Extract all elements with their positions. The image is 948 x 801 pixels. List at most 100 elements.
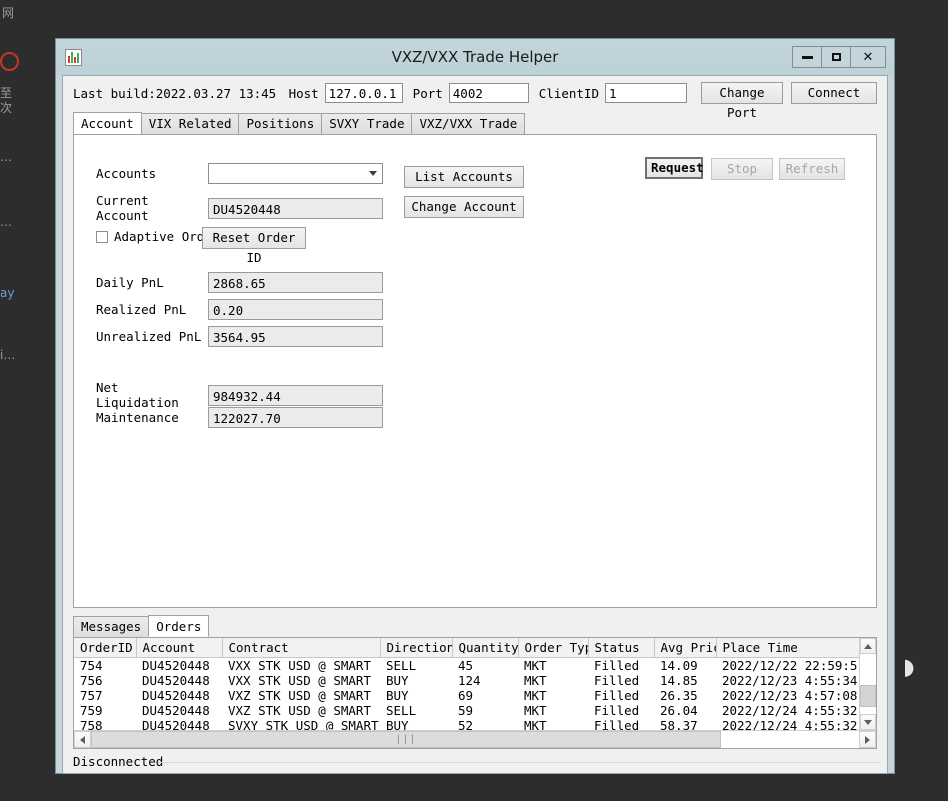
cell-orderid: 758 [80, 718, 103, 730]
col-account[interactable]: Account [136, 638, 223, 658]
maximize-button[interactable] [822, 47, 851, 67]
accounts-row: Accounts [96, 163, 383, 184]
cell-order-type: MKT [524, 673, 547, 688]
cell-order-type: MKT [524, 703, 547, 718]
realized-pnl-value: 0.20 [208, 299, 383, 320]
status-text: Disconnected [73, 754, 164, 769]
status-bar-groove [158, 762, 881, 763]
orders-horizontal-scrollbar[interactable]: ||| [74, 730, 876, 748]
table-header-row: OrderID Account Contract Direction Quant… [74, 638, 859, 658]
host-input[interactable]: 127.0.0.1 [324, 83, 403, 103]
tab-vix-related[interactable]: VIX Related [140, 113, 240, 134]
scroll-up-arrow-icon[interactable] [860, 638, 876, 654]
reset-order-id-button[interactable]: Reset Order ID [202, 227, 306, 265]
scroll-right-arrow-icon[interactable] [859, 731, 876, 748]
unrealized-pnl-value: 3564.95 [208, 326, 383, 347]
tab-orders[interactable]: Orders [148, 615, 210, 637]
client-id-input[interactable]: 1 [605, 83, 687, 103]
cell-avg-price: 26.04 [660, 703, 698, 718]
cell-account: DU4520448 [142, 718, 210, 730]
vertical-scroll-thumb[interactable] [860, 685, 876, 708]
adaptive-order-checkbox[interactable] [96, 230, 108, 243]
table-row[interactable]: 759 DU4520448 VXZ STK USD @ SMART SELL 5… [74, 703, 859, 718]
table-row[interactable]: 754 DU4520448 VXX STK USD @ SMART SELL 4… [74, 658, 859, 673]
tab-svxy-trade[interactable]: SVXY Trade [321, 113, 413, 134]
maintenance-row: Maintenance 122027.70 [96, 407, 383, 428]
col-orderid[interactable]: OrderID [74, 638, 137, 658]
scroll-down-arrow-icon[interactable] [860, 714, 876, 730]
orders-grid: OrderID Account Contract Direction Quant… [73, 637, 877, 749]
col-status[interactable]: Status [588, 638, 655, 658]
vertical-scroll-track[interactable] [860, 654, 876, 714]
col-avg-price[interactable]: Avg Price [654, 638, 717, 658]
background-fragment-6: ay [0, 286, 15, 300]
col-quantity[interactable]: Quantity [452, 638, 519, 658]
cell-account: DU4520448 [142, 673, 210, 688]
tab-positions[interactable]: Positions [238, 113, 323, 134]
table-row[interactable]: 758 DU4520448 SVXY STK USD @ SMART BUY 5… [74, 718, 859, 730]
refresh-button[interactable]: Refresh [779, 158, 845, 180]
horizontal-scroll-track[interactable]: ||| [91, 731, 859, 748]
cell-account: DU4520448 [142, 703, 210, 718]
connection-bar: Last build:2022.03.27 13:45 Host 127.0.0… [63, 76, 887, 120]
cell-quantity: 124 [458, 673, 481, 688]
background-fragment-7: i… [0, 348, 16, 362]
close-button[interactable]: ✕ [851, 47, 885, 67]
cell-quantity: 52 [458, 718, 474, 730]
scroll-left-arrow-icon[interactable] [74, 731, 91, 748]
cell-order-type: MKT [524, 718, 547, 730]
cell-place-time: 2022/12/22 22:59:51 [722, 658, 859, 673]
cell-contract: VXZ STK USD @ SMART [228, 688, 371, 703]
request-button[interactable]: Request [645, 157, 704, 179]
cell-place-time: 2022/12/24 4:55:32 [722, 703, 858, 718]
cell-direction: SELL [386, 658, 417, 673]
port-label: Port [412, 85, 443, 101]
minimize-button[interactable] [793, 47, 822, 67]
application-window: VXZ/VXX Trade Helper ✕ Last build:2022.0… [55, 38, 895, 774]
table-row[interactable]: 756 DU4520448 VXX STK USD @ SMART BUY 12… [74, 673, 859, 688]
port-input[interactable]: 4002 [448, 83, 529, 103]
cell-orderid: 759 [80, 703, 103, 718]
cell-orderid: 754 [80, 658, 103, 673]
cell-avg-price: 58.37 [660, 718, 698, 730]
background-fragment-5: … [0, 215, 12, 229]
net-liquidation-row: Net Liquidation 984932.44 [96, 380, 383, 410]
horizontal-scroll-thumb[interactable]: ||| [91, 731, 721, 748]
list-accounts-button[interactable]: List Accounts [404, 166, 524, 188]
stop-button[interactable]: Stop [711, 158, 773, 180]
cell-status: Filled [594, 658, 640, 673]
tab-account[interactable]: Account [73, 112, 142, 134]
cell-order-type: MKT [524, 658, 547, 673]
accounts-select[interactable] [208, 163, 383, 184]
tab-messages[interactable]: Messages [73, 616, 150, 637]
scroll-thumb-grip-icon: ||| [395, 733, 417, 745]
cell-contract: VXZ STK USD @ SMART [228, 703, 371, 718]
cell-order-type: MKT [524, 688, 547, 703]
col-contract[interactable]: Contract [222, 638, 381, 658]
cell-direction: SELL [386, 703, 417, 718]
connect-button[interactable]: Connect [791, 82, 877, 104]
cell-place-time: 2022/12/23 4:57:08 [722, 688, 858, 703]
accounts-label: Accounts [96, 166, 157, 181]
cell-orderid: 757 [80, 688, 103, 703]
window-title: VXZ/VXX Trade Helper [391, 48, 559, 66]
account-tab-panel: Accounts List Accounts Current Account D… [73, 134, 877, 608]
net-liquidation-value: 984932.44 [208, 384, 383, 406]
table-row[interactable]: 757 DU4520448 VXZ STK USD @ SMART BUY 69… [74, 688, 859, 703]
tab-vxz-vxx-trade[interactable]: VXZ/VXX Trade [411, 113, 526, 134]
orders-vertical-scrollbar[interactable] [859, 638, 876, 730]
change-account-button[interactable]: Change Account [404, 196, 524, 218]
adaptive-order-row: Adaptive Order [96, 229, 219, 244]
cell-avg-price: 26.35 [660, 688, 698, 703]
change-port-button[interactable]: Change Port [701, 82, 783, 120]
cell-direction: BUY [386, 718, 409, 730]
current-account-row: Current Account DU4520448 [96, 193, 383, 223]
build-label: Last build:2022.03.27 13:45 [73, 85, 277, 101]
col-place-time[interactable]: Place Time [716, 638, 859, 658]
col-order-type[interactable]: Order Type [518, 638, 589, 658]
col-direction[interactable]: Direction [380, 638, 453, 658]
window-title-bar: VXZ/VXX Trade Helper ✕ [56, 39, 894, 75]
current-account-label: Current Account [96, 193, 149, 223]
chevron-down-icon [369, 171, 377, 176]
background-fragment-4: … [0, 150, 12, 164]
